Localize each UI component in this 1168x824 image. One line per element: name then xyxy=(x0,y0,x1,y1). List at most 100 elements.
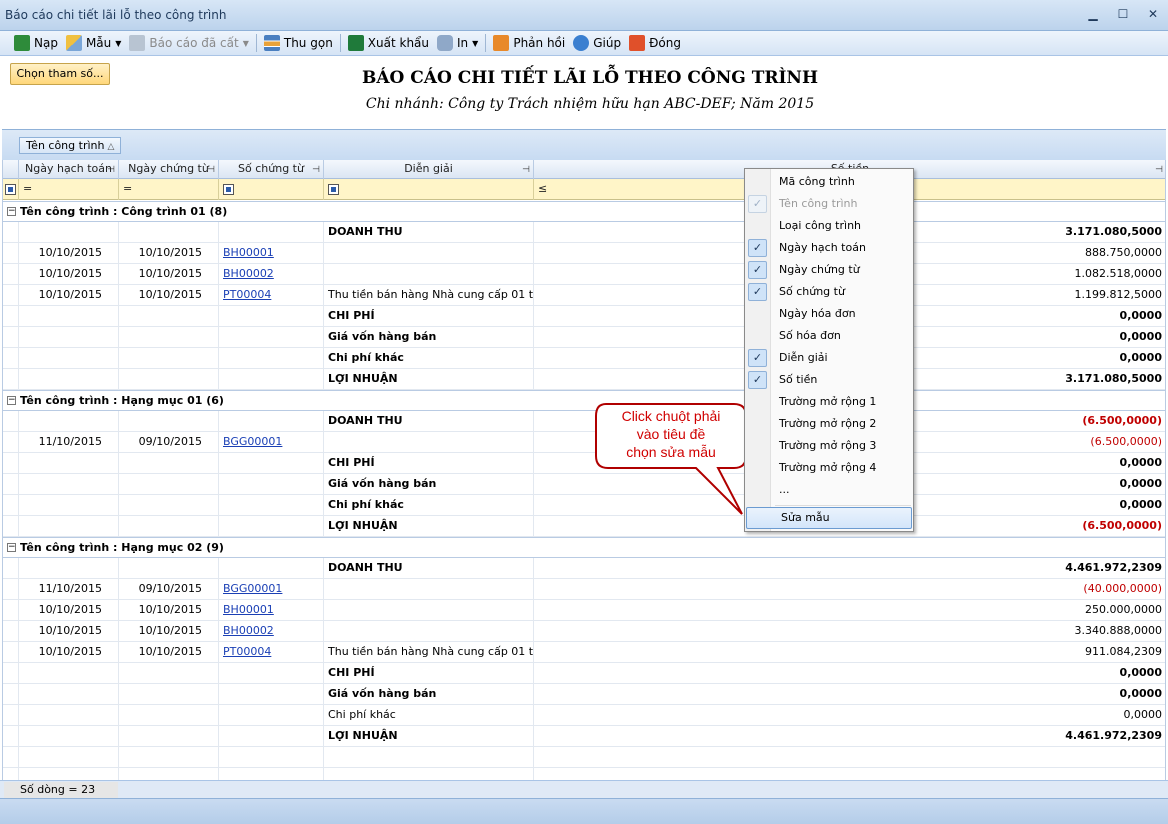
menu-item-column[interactable]: ✓ Diễn giải xyxy=(745,347,913,369)
menu-item-column[interactable]: Ngày hóa đơn xyxy=(745,303,913,325)
filter-ngay-hach-toan[interactable]: = xyxy=(19,179,119,200)
menu-item-column[interactable]: Mã công trình xyxy=(745,171,913,193)
table-row[interactable]: 11/10/2015 09/10/2015 BGG00001 (6.500,0000) xyxy=(3,432,1165,453)
menu-item-column[interactable]: Trường mở rộng 4 xyxy=(745,457,913,479)
filter-dien-giai[interactable] xyxy=(324,179,534,200)
voucher-link[interactable]: BH00002 xyxy=(223,624,274,637)
group-label: Tên công trình : Hạng mục 02 (9) xyxy=(20,541,224,554)
table-row[interactable]: LỢI NHUẬN (6.500,0000) xyxy=(3,516,1165,537)
cell-so-ct[interactable]: BGG00001 xyxy=(219,432,324,453)
group-by-chip[interactable]: Tên công trình △ xyxy=(19,137,122,154)
filter-operator-icon[interactable] xyxy=(223,184,234,195)
menu-item-column[interactable]: Loại công trình xyxy=(745,215,913,237)
minimize-button[interactable]: ▁ xyxy=(1086,6,1100,22)
group-row[interactable]: − Tên công trình : Hạng mục 02 (9) xyxy=(3,537,1165,558)
pin-icon[interactable]: ⊣ xyxy=(107,161,115,179)
cell-so-ct xyxy=(219,516,324,537)
voucher-link[interactable]: BH00001 xyxy=(223,246,274,259)
maximize-button[interactable]: ☐ xyxy=(1116,6,1130,22)
pin-icon[interactable]: ⊣ xyxy=(1155,161,1163,179)
table-row[interactable]: Chi phí khác 0,0000 xyxy=(3,348,1165,369)
cell-so-ct[interactable]: BGG00001 xyxy=(219,579,324,600)
filter-operator[interactable]: = xyxy=(123,182,132,195)
filter-operator[interactable]: ≤ xyxy=(538,182,547,195)
cell-so-ct[interactable]: BH00002 xyxy=(219,264,324,285)
table-row[interactable]: LỢI NHUẬN 3.171.080,5000 xyxy=(3,369,1165,390)
pin-icon[interactable]: ⊣ xyxy=(207,161,215,179)
export-button[interactable]: Xuất khẩu xyxy=(344,32,433,54)
saved-reports-button[interactable]: Báo cáo đã cất ▼ xyxy=(125,32,252,54)
filter-edit-icon[interactable] xyxy=(5,184,16,195)
collapse-group-icon[interactable]: − xyxy=(7,396,16,405)
close-button[interactable]: ✕ xyxy=(1146,6,1160,22)
table-row[interactable]: Chi phí khác 0,0000 xyxy=(3,495,1165,516)
column-header-ngay-chung-tu[interactable]: Ngày chứng từ ⊣ xyxy=(119,160,219,179)
column-header-dien-giai[interactable]: Diễn giải ⊣ xyxy=(324,160,534,179)
collapse-group-icon[interactable]: − xyxy=(7,207,16,216)
table-row[interactable]: 10/10/2015 10/10/2015 BH00002 1.082.518,000… xyxy=(3,264,1165,285)
table-row[interactable]: DOANH THU 4.461.972,2309 xyxy=(3,558,1165,579)
column-header-so-chung-tu[interactable]: Số chứng từ ⊣ xyxy=(219,160,324,179)
template-button[interactable]: Mẫu ▼ xyxy=(62,32,125,54)
table-row[interactable]: LỢI NHUẬN 4.461.972,2309 xyxy=(3,726,1165,747)
table-row[interactable]: Giá vốn hàng bán 0,0000 xyxy=(3,684,1165,705)
feedback-button[interactable]: Phản hồi xyxy=(489,32,569,54)
table-row[interactable]: 10/10/2015 10/10/2015 PT00004 Thu tiền bán … xyxy=(3,642,1165,663)
collapse-button[interactable]: Thu gọn xyxy=(260,32,337,54)
voucher-link[interactable]: PT00004 xyxy=(223,645,271,658)
menu-item-label: Trường mở rộng 3 xyxy=(779,439,877,452)
voucher-link[interactable]: BH00002 xyxy=(223,267,274,280)
table-row[interactable]: DOANH THU 3.171.080,5000 xyxy=(3,222,1165,243)
table-row[interactable]: Giá vốn hàng bán 0,0000 xyxy=(3,474,1165,495)
chevron-down-icon: ▼ xyxy=(115,38,122,48)
voucher-link[interactable]: BGG00001 xyxy=(223,435,282,448)
menu-item-column[interactable]: ✓ Ngày chứng từ xyxy=(745,259,913,281)
filter-operator[interactable]: = xyxy=(23,182,32,195)
menu-item-column[interactable]: ... xyxy=(745,479,913,501)
column-header-ngay-hach-toan[interactable]: Ngày hạch toán ⊣ xyxy=(19,160,119,179)
cell-so-ct[interactable]: PT00004 xyxy=(219,642,324,663)
menu-item-column[interactable]: Trường mở rộng 3 xyxy=(745,435,913,457)
group-row[interactable]: − Tên công trình : Hạng mục 01 (6) xyxy=(3,390,1165,411)
help-button[interactable]: Giúp xyxy=(569,32,625,54)
voucher-link[interactable]: BH00001 xyxy=(223,603,274,616)
filter-so-chung-tu[interactable] xyxy=(219,179,324,200)
close-report-button[interactable]: Đóng xyxy=(625,32,685,54)
menu-item-column[interactable]: ✓ Số tiền xyxy=(745,369,913,391)
menu-item-column[interactable]: Trường mở rộng 2 xyxy=(745,413,913,435)
table-row[interactable]: CHI PHÍ 0,0000 xyxy=(3,453,1165,474)
table-row[interactable]: 11/10/2015 09/10/2015 BGG00001 (40.000,0000… xyxy=(3,579,1165,600)
reload-button[interactable]: Nạp xyxy=(10,32,62,54)
filter-ngay-chung-tu[interactable]: = xyxy=(119,179,219,200)
edit-template-menu-item[interactable]: Sửa mẫu xyxy=(746,507,912,529)
menu-item-column[interactable]: ✓ Ngày hạch toán xyxy=(745,237,913,259)
group-row[interactable]: − Tên công trình : Công trình 01 (8) xyxy=(3,201,1165,222)
chevron-down-icon: ▼ xyxy=(472,38,479,48)
menu-item-column[interactable]: ✓ Số chứng từ xyxy=(745,281,913,303)
collapse-group-icon[interactable]: − xyxy=(7,543,16,552)
cell-so-ct[interactable]: BH00002 xyxy=(219,621,324,642)
table-row[interactable]: Giá vốn hàng bán 0,0000 xyxy=(3,327,1165,348)
table-row[interactable]: CHI PHÍ 0,0000 xyxy=(3,306,1165,327)
cell-so-ct xyxy=(219,705,324,726)
table-row[interactable]: 10/10/2015 10/10/2015 BH00002 3.340.888,000… xyxy=(3,621,1165,642)
cell-so-ct[interactable]: BH00001 xyxy=(219,243,324,264)
cell-text: 10/10/2015 xyxy=(38,645,102,658)
cell-so-ct[interactable]: BH00001 xyxy=(219,600,324,621)
cell-so-ct[interactable]: PT00004 xyxy=(219,285,324,306)
table-row[interactable]: 10/10/2015 10/10/2015 BH00001 888.750,0000 xyxy=(3,243,1165,264)
table-row[interactable]: DOANH THU (6.500,0000) xyxy=(3,411,1165,432)
pin-icon[interactable]: ⊣ xyxy=(312,161,320,179)
menu-item-column[interactable]: Số hóa đơn xyxy=(745,325,913,347)
table-row[interactable]: 10/10/2015 10/10/2015 BH00001 250.000,0000 xyxy=(3,600,1165,621)
cell-ngay-ct xyxy=(119,516,219,537)
voucher-link[interactable]: BGG00001 xyxy=(223,582,282,595)
menu-item-column[interactable]: Trường mở rộng 1 xyxy=(745,391,913,413)
table-row[interactable]: 10/10/2015 10/10/2015 PT00004 Thu tiền bán … xyxy=(3,285,1165,306)
table-row[interactable]: CHI PHÍ 0,0000 xyxy=(3,663,1165,684)
table-row[interactable]: Chi phí khác 0,0000 xyxy=(3,705,1165,726)
filter-operator-icon[interactable] xyxy=(328,184,339,195)
voucher-link[interactable]: PT00004 xyxy=(223,288,271,301)
pin-icon[interactable]: ⊣ xyxy=(522,161,530,179)
print-button[interactable]: In ▼ xyxy=(433,32,482,54)
